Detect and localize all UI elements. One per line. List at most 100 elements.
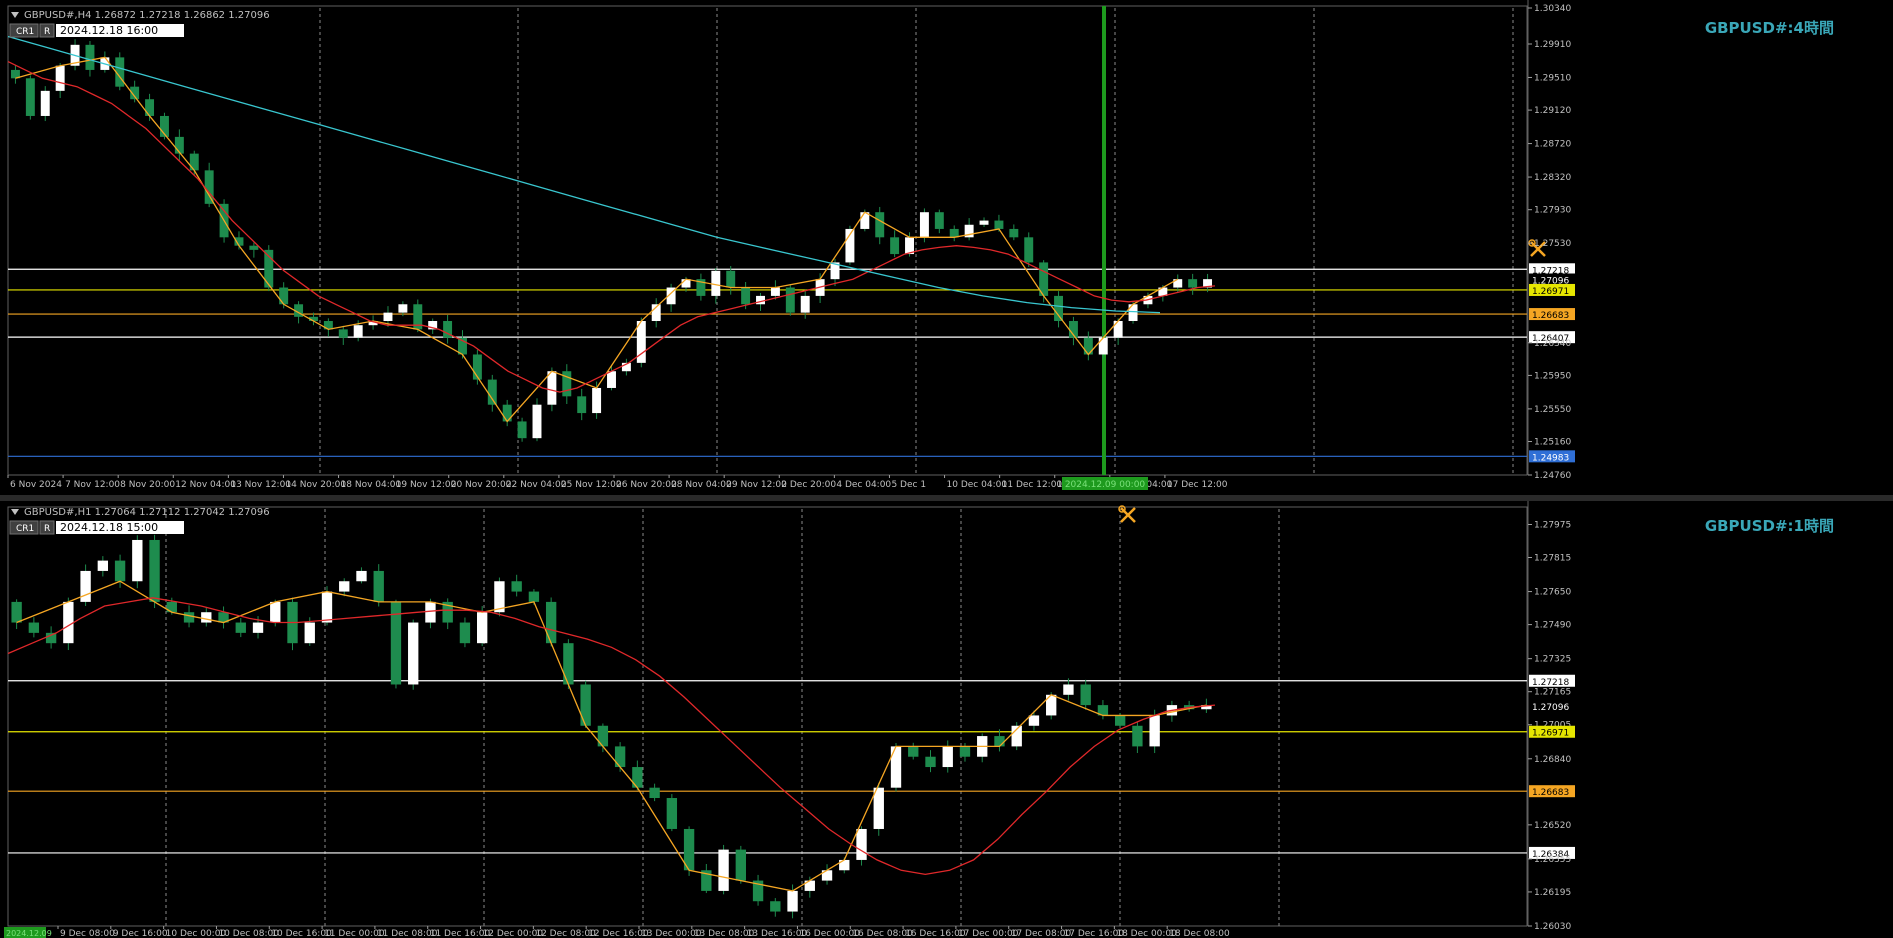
candle-body bbox=[1128, 304, 1138, 322]
candle-body bbox=[174, 136, 184, 154]
candle-body bbox=[890, 237, 900, 255]
candle-body bbox=[800, 295, 810, 313]
time-label: 10 Dec 00:00 bbox=[166, 929, 227, 938]
time-label: 12 Dec 00:00 bbox=[483, 929, 544, 938]
time-label: 19 Nov 12:00 bbox=[396, 480, 457, 490]
candle-body bbox=[114, 560, 126, 582]
candle-body bbox=[632, 767, 643, 788]
time-label: 18 Nov 04:00 bbox=[341, 480, 402, 490]
candle-body bbox=[517, 421, 527, 439]
h4-header-text: GBPUSD#,H4 1.26872 1.27218 1.26862 1.270… bbox=[24, 10, 270, 21]
price-tick-label: 1.25950 bbox=[1534, 371, 1571, 381]
candle-body bbox=[994, 220, 1004, 229]
candle-body bbox=[189, 153, 199, 171]
price-tick-label: 1.25160 bbox=[1534, 438, 1571, 448]
candle-body bbox=[649, 787, 660, 799]
candle-body bbox=[770, 901, 781, 912]
candle-body bbox=[545, 601, 557, 644]
price-tick-label: 1.26840 bbox=[1534, 755, 1571, 765]
price-tick-label: 1.27530 bbox=[1534, 239, 1571, 249]
candle-body bbox=[338, 329, 348, 338]
candle-body bbox=[994, 736, 1005, 747]
time-label: 25 Nov 12:00 bbox=[561, 480, 622, 490]
time-label: 16 Dec 08:00 bbox=[852, 929, 913, 938]
time-label: 22 Nov 04:00 bbox=[506, 480, 567, 490]
price-tick-label: 1.27325 bbox=[1534, 655, 1571, 665]
h1-chart-pane[interactable]: GBPUSD#,H1 1.27064 1.27112 1.27042 1.270… bbox=[0, 501, 1893, 938]
candle-body bbox=[270, 601, 281, 623]
candle-body bbox=[425, 601, 436, 623]
time-label: 17 Dec 00:00 bbox=[958, 929, 1019, 938]
candle-body bbox=[580, 684, 591, 726]
h1-r-label: R bbox=[44, 524, 50, 534]
time-label: 16 Dec 16:00 bbox=[905, 929, 966, 938]
price-tag-1.24983: 1.24983 bbox=[1532, 453, 1569, 463]
time-label: 20 Nov 20:00 bbox=[451, 480, 512, 490]
candle-body bbox=[908, 746, 919, 757]
candle-body bbox=[711, 270, 721, 296]
candle-body bbox=[919, 212, 929, 238]
h1-first-date-tag: 2024.12.09 bbox=[4, 927, 52, 938]
time-label: 13 Dec 16:00 bbox=[747, 929, 808, 938]
candle-body bbox=[1083, 337, 1093, 355]
price-tick-label: 1.30340 bbox=[1534, 4, 1571, 14]
price-tick-label: 1.29510 bbox=[1534, 73, 1571, 83]
time-label: 9 Dec 08:00 bbox=[60, 929, 115, 938]
price-tag-1.27218: 1.27218 bbox=[1532, 678, 1569, 688]
candle-body bbox=[97, 560, 109, 571]
candle-body bbox=[373, 570, 384, 602]
candle-body bbox=[321, 591, 333, 623]
candle-body bbox=[249, 245, 259, 250]
time-label: 12 Nov 04:00 bbox=[175, 480, 236, 490]
candle-body bbox=[979, 220, 989, 225]
time-label: 29 Nov 12:00 bbox=[726, 480, 787, 490]
candle-body bbox=[40, 90, 50, 116]
time-label: 7 Nov 12:00 bbox=[65, 480, 120, 490]
h1-cr-label: CR1 bbox=[16, 524, 34, 534]
candle-body bbox=[718, 849, 729, 891]
candle-body bbox=[735, 849, 746, 881]
price-tick-label: 1.28720 bbox=[1534, 140, 1571, 150]
candle-body bbox=[1080, 684, 1091, 706]
price-tag-1.26683: 1.26683 bbox=[1532, 788, 1569, 798]
candle-body bbox=[1054, 295, 1064, 322]
candle-body bbox=[85, 44, 95, 70]
h4-chart-pane[interactable]: GBPUSD#,H4 1.26872 1.27218 1.26862 1.270… bbox=[0, 0, 1893, 495]
candle-body bbox=[477, 612, 488, 644]
price-tag-1.26971: 1.26971 bbox=[1532, 287, 1569, 297]
candle-body bbox=[607, 371, 616, 388]
candle-body bbox=[502, 404, 512, 422]
time-label: 11 Dec 16:00 bbox=[430, 929, 491, 938]
time-label: 10 Dec 08:00 bbox=[218, 929, 279, 938]
candle-body bbox=[873, 787, 884, 829]
price-tick-label: 1.26340 bbox=[1534, 339, 1571, 349]
candle-body bbox=[1024, 237, 1034, 263]
price-tag-1.26971: 1.26971 bbox=[1532, 729, 1569, 739]
candle-body bbox=[63, 601, 74, 644]
candle-body bbox=[353, 325, 363, 338]
candle-body bbox=[132, 539, 143, 582]
candle-body bbox=[785, 287, 795, 313]
time-label: 6 Nov 2024 bbox=[10, 480, 62, 490]
h4-cursor-date: 2024.12.09 00:00 bbox=[1065, 480, 1146, 490]
h1-header-text: GBPUSD#,H1 1.27064 1.27112 1.27042 1.270… bbox=[24, 507, 270, 518]
price-tick-label: 1.27165 bbox=[1534, 688, 1571, 698]
candle-body bbox=[487, 379, 497, 405]
price-tag-1.27096: 1.27096 bbox=[1532, 703, 1569, 713]
candle-body bbox=[304, 622, 315, 644]
time-label: 16 Dec 00:00 bbox=[799, 929, 860, 938]
candle-body bbox=[279, 287, 289, 305]
candle-body bbox=[770, 287, 780, 296]
price-tick-label: 1.28320 bbox=[1534, 173, 1571, 183]
time-label: 11 Dec 08:00 bbox=[377, 929, 438, 938]
price-tick-label: 1.29910 bbox=[1534, 40, 1571, 50]
time-label: 13 Nov 12:00 bbox=[230, 480, 291, 490]
candle-body bbox=[681, 279, 691, 288]
candle-body bbox=[592, 387, 602, 414]
h4-cursor-date-tag: 2024.12.09 00:00 bbox=[1062, 477, 1148, 490]
price-tick-label: 1.27930 bbox=[1534, 206, 1571, 216]
candle-body bbox=[459, 622, 471, 644]
candle-body bbox=[726, 270, 736, 288]
candle-body bbox=[25, 78, 35, 116]
candle-body bbox=[252, 622, 264, 633]
